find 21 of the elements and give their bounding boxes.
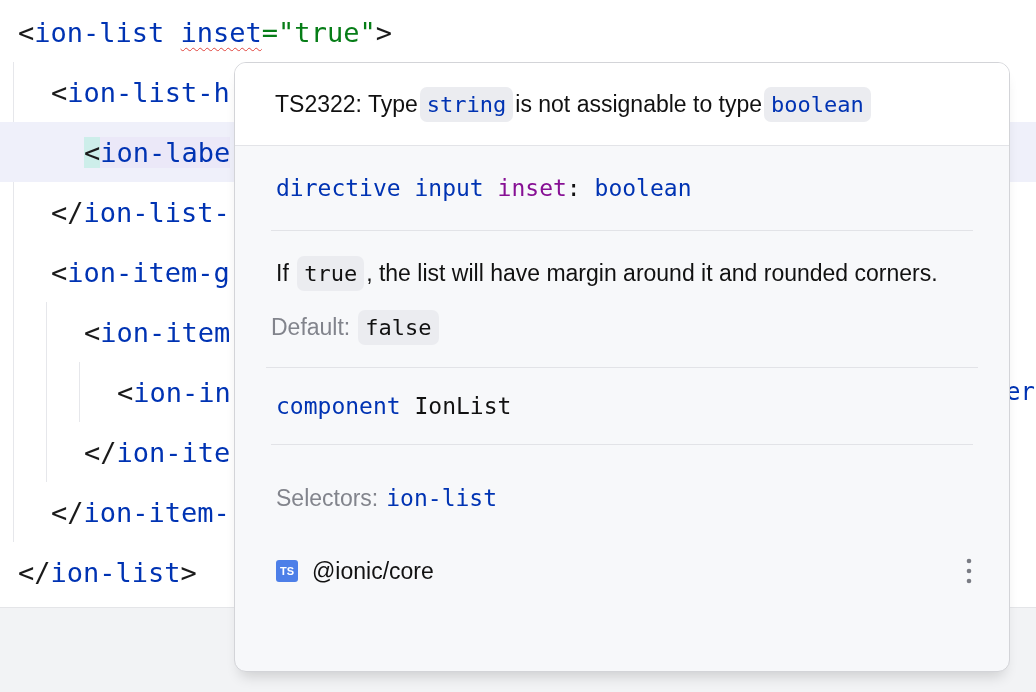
description-text: If true , the list will have margin around it and rounded corners. (271, 231, 961, 295)
selector-link[interactable]: ion-list (386, 485, 498, 511)
default-label: Default: (271, 313, 351, 341)
error-message: TS2322: Type string is not assignable to type boolean (235, 63, 1009, 146)
library-name: @ionic/core (312, 557, 434, 585)
default-value: false (358, 309, 439, 345)
code-line: </ion-list- (51, 196, 230, 228)
code-line: <ion-list inset="true"> (18, 16, 392, 48)
code-line: <ion-in (117, 376, 231, 408)
code-line: </ion-ite (84, 436, 231, 468)
code-line: <ion-item-g (51, 256, 230, 288)
code-line: <ion-list-h (51, 76, 230, 108)
selectors-label: Selectors: (276, 484, 379, 512)
code-line: </ion-list> (18, 556, 197, 588)
code-line: <ion-labe (84, 136, 231, 168)
language-badge: TS (276, 560, 298, 582)
component-signature: component IonList (276, 393, 512, 419)
code-line: <ion-item (84, 316, 231, 348)
code-line: </ion-item- (51, 496, 230, 528)
signature: directive input inset: boolean (276, 175, 692, 201)
more-icon[interactable] (966, 558, 972, 584)
